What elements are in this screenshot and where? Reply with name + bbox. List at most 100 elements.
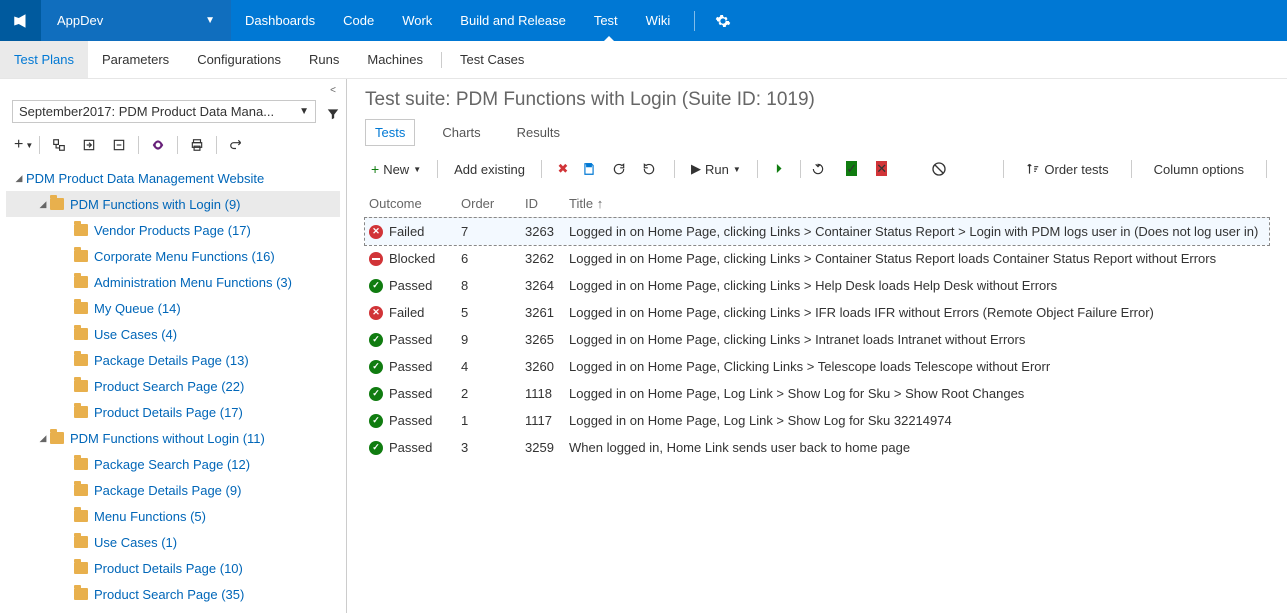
folder-icon bbox=[74, 354, 88, 366]
title-cell: When logged in, Home Link sends user bac… bbox=[569, 440, 1265, 455]
project-name: AppDev bbox=[57, 13, 103, 28]
title-cell: Logged in on Home Page, clicking Links >… bbox=[569, 224, 1265, 239]
project-selector[interactable]: AppDev ▼ bbox=[41, 0, 231, 41]
add-existing-button[interactable]: Add existing bbox=[448, 159, 531, 180]
refresh-icon[interactable] bbox=[612, 162, 634, 176]
tree-node[interactable]: Use Cases (1) bbox=[6, 529, 340, 555]
col-title[interactable]: Title ↑ bbox=[569, 196, 1265, 211]
table-row[interactable]: Passed43260Logged in on Home Page, Click… bbox=[365, 353, 1269, 380]
id-cell: 3263 bbox=[525, 224, 569, 239]
redo-icon[interactable] bbox=[642, 162, 664, 176]
nav-tab-work[interactable]: Work bbox=[388, 0, 446, 41]
print-icon[interactable] bbox=[184, 133, 210, 157]
expand-icon[interactable]: ◢ bbox=[36, 433, 50, 444]
open-test-suite-icon[interactable] bbox=[46, 133, 72, 157]
gear-icon[interactable] bbox=[705, 13, 741, 29]
title-cell: Logged in on Home Page, clicking Links >… bbox=[569, 332, 1265, 347]
subnav-test-plans[interactable]: Test Plans bbox=[0, 41, 88, 78]
subnav-parameters[interactable]: Parameters bbox=[88, 41, 183, 78]
col-outcome[interactable]: Outcome bbox=[369, 196, 461, 211]
order-cell: 7 bbox=[461, 224, 525, 239]
save-icon[interactable] bbox=[582, 162, 604, 176]
tree-label: Product Search Page (35) bbox=[94, 587, 244, 602]
table-row[interactable]: Failed53261Logged in on Home Page, click… bbox=[365, 299, 1269, 326]
tests-toolbar: + New ▼ Add existing ✖ ▶ Run bbox=[365, 158, 1269, 180]
tree-label: Vendor Products Page (17) bbox=[94, 223, 251, 238]
tree-node[interactable]: Package Details Page (13) bbox=[6, 347, 340, 373]
nav-tab-dashboards[interactable]: Dashboards bbox=[231, 0, 329, 41]
title-cell: Logged in on Home Page, Log Link > Show … bbox=[569, 386, 1265, 401]
tab-results[interactable]: Results bbox=[508, 120, 569, 145]
export-icon[interactable] bbox=[76, 133, 102, 157]
tree-node[interactable]: Use Cases (4) bbox=[6, 321, 340, 347]
id-cell: 3261 bbox=[525, 305, 569, 320]
tree-node[interactable]: Administration Menu Functions (3) bbox=[6, 269, 340, 295]
table-row[interactable]: Passed11117Logged in on Home Page, Log L… bbox=[365, 407, 1269, 434]
outcome-text: Passed bbox=[389, 278, 432, 293]
tree-node[interactable]: Product Search Page (35) bbox=[6, 581, 340, 607]
reset-icon[interactable] bbox=[811, 162, 833, 176]
tab-charts[interactable]: Charts bbox=[433, 120, 489, 145]
tree-node[interactable]: Package Search Page (12) bbox=[6, 451, 340, 477]
column-options-button[interactable]: Column options bbox=[1148, 159, 1250, 180]
run-button[interactable]: ▶ Run ▼ bbox=[685, 158, 747, 180]
outcome-block-icon bbox=[369, 252, 383, 266]
fail-icon[interactable] bbox=[871, 161, 893, 177]
subnav-runs[interactable]: Runs bbox=[295, 41, 353, 78]
resume-icon[interactable]: ⏵ bbox=[768, 161, 790, 177]
tree-node[interactable]: Product Details Page (17) bbox=[6, 399, 340, 425]
tree-node[interactable]: Package Details Page (9) bbox=[6, 477, 340, 503]
col-id[interactable]: ID bbox=[525, 196, 569, 211]
tree-node[interactable]: Corporate Menu Functions (16) bbox=[6, 243, 340, 269]
not-applicable-icon[interactable] bbox=[931, 161, 953, 177]
tree-node[interactable]: ◢PDM Product Data Management Website bbox=[6, 165, 340, 191]
col-order[interactable]: Order bbox=[461, 196, 525, 211]
table-row[interactable]: Passed83264Logged in on Home Page, click… bbox=[365, 272, 1269, 299]
delete-icon[interactable]: ✖ bbox=[552, 161, 574, 177]
nav-tab-build-and-release[interactable]: Build and Release bbox=[446, 0, 580, 41]
subnav-configurations[interactable]: Configurations bbox=[183, 41, 295, 78]
table-row[interactable]: Failed73263Logged in on Home Page, click… bbox=[365, 218, 1269, 245]
new-button[interactable]: + New ▼ bbox=[365, 158, 427, 180]
tree-label: Menu Functions (5) bbox=[94, 509, 206, 524]
vsts-logo-icon[interactable] bbox=[0, 0, 41, 41]
tree-node[interactable]: My Queue (14) bbox=[6, 295, 340, 321]
id-cell: 1117 bbox=[525, 413, 569, 428]
tree-node[interactable]: Product Details Page (10) bbox=[6, 555, 340, 581]
table-row[interactable]: Passed33259When logged in, Home Link sen… bbox=[365, 434, 1269, 461]
id-cell: 3262 bbox=[525, 251, 569, 266]
table-row[interactable]: Blocked63262Logged in on Home Page, clic… bbox=[365, 245, 1269, 272]
nav-tab-test[interactable]: Test bbox=[580, 0, 632, 41]
tree-node[interactable]: Menu Functions (5) bbox=[6, 503, 340, 529]
sort-asc-icon: ↑ bbox=[597, 196, 604, 211]
folder-icon bbox=[50, 432, 64, 444]
pass-icon[interactable] bbox=[841, 161, 863, 177]
filter-icon[interactable] bbox=[326, 107, 340, 121]
show-tests-icon[interactable] bbox=[145, 133, 171, 157]
result-tabs: Tests Charts Results bbox=[365, 119, 1269, 146]
add-button[interactable]: +▼ bbox=[14, 133, 33, 157]
table-row[interactable]: Passed93265Logged in on Home Page, click… bbox=[365, 326, 1269, 353]
test-plan-select[interactable]: September2017: PDM Product Data Mana... … bbox=[12, 100, 316, 123]
sub-nav: Test PlansParametersConfigurationsRunsMa… bbox=[0, 41, 1287, 79]
table-row[interactable]: Passed21118Logged in on Home Page, Log L… bbox=[365, 380, 1269, 407]
order-cell: 6 bbox=[461, 251, 525, 266]
tree-node[interactable]: ◢PDM Functions without Login (11) bbox=[6, 425, 340, 451]
tree-node[interactable]: Product Search Page (22) bbox=[6, 373, 340, 399]
subnav-test-cases[interactable]: Test Cases bbox=[446, 41, 538, 78]
expand-icon[interactable]: ◢ bbox=[36, 199, 50, 210]
nav-tab-wiki[interactable]: Wiki bbox=[632, 0, 685, 41]
collapse-left-icon[interactable]: < bbox=[330, 85, 336, 96]
nav-tab-code[interactable]: Code bbox=[329, 0, 388, 41]
redo-icon[interactable] bbox=[223, 133, 249, 157]
tree-node[interactable]: Vendor Products Page (17) bbox=[6, 217, 340, 243]
folder-icon bbox=[74, 276, 88, 288]
folder-icon bbox=[74, 328, 88, 340]
tab-tests[interactable]: Tests bbox=[365, 119, 415, 146]
chevron-down-icon: ▼ bbox=[205, 15, 215, 26]
remove-icon[interactable] bbox=[106, 133, 132, 157]
order-tests-button[interactable]: Order tests bbox=[1020, 159, 1114, 180]
expand-icon[interactable]: ◢ bbox=[12, 173, 26, 184]
tree-node[interactable]: ◢PDM Functions with Login (9) bbox=[6, 191, 340, 217]
subnav-machines[interactable]: Machines bbox=[353, 41, 437, 78]
